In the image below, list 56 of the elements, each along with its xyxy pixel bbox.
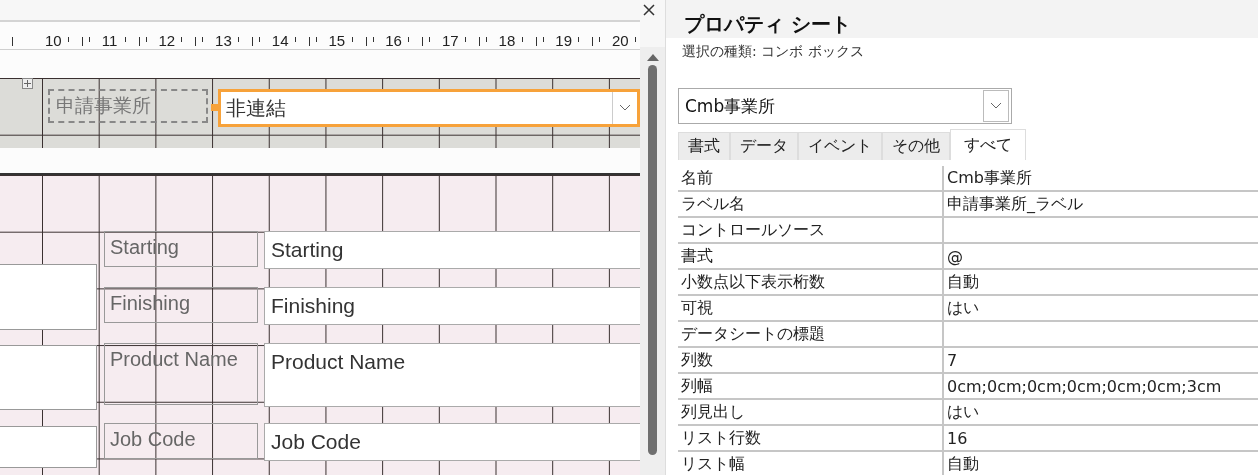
text-box-control[interactable]: Starting bbox=[264, 231, 640, 269]
text-box-control[interactable]: Product Name bbox=[264, 343, 640, 407]
panel-title: プロパティ シート bbox=[683, 11, 852, 38]
property-name: 書式 bbox=[678, 244, 944, 270]
property-value[interactable]: 0cm;0cm;0cm;0cm;0cm;0cm;3cm bbox=[944, 374, 1258, 400]
tab[interactable]: すべて bbox=[950, 129, 1026, 160]
property-name: ラベル名 bbox=[678, 192, 944, 218]
chevron-down-icon bbox=[990, 102, 1002, 110]
ruler-number: 14 bbox=[271, 32, 289, 50]
empty-control[interactable] bbox=[0, 426, 97, 468]
empty-control[interactable] bbox=[0, 264, 97, 330]
ruler-number: 12 bbox=[158, 32, 176, 50]
property-value[interactable]: 16 bbox=[944, 426, 1258, 452]
property-name: 可視 bbox=[678, 296, 944, 322]
empty-control[interactable] bbox=[0, 345, 97, 410]
ruler-number: 18 bbox=[498, 32, 516, 50]
property-name: データシートの標題 bbox=[678, 322, 944, 348]
property-value[interactable]: @ bbox=[944, 244, 1258, 270]
ruler-number: 13 bbox=[215, 32, 232, 50]
property-name: リスト幅 bbox=[678, 452, 944, 475]
text-box-control[interactable]: Job Code bbox=[264, 423, 640, 461]
tab[interactable]: 書式 bbox=[678, 132, 730, 160]
property-name: 名前 bbox=[678, 166, 944, 192]
property-name: 列幅 bbox=[678, 374, 944, 400]
property-value[interactable]: はい bbox=[944, 400, 1258, 426]
property-name: 列見出し bbox=[678, 400, 944, 426]
property-value[interactable]: 申請事業所_ラベル bbox=[944, 192, 1258, 218]
property-value[interactable]: 7 bbox=[944, 348, 1258, 374]
ruler-number: 10 bbox=[45, 32, 62, 50]
property-name: 列数 bbox=[678, 348, 944, 374]
property-value[interactable]: Cmb事業所 bbox=[944, 166, 1258, 192]
chevron-down-icon bbox=[619, 104, 631, 112]
property-name: 小数点以下表示桁数 bbox=[678, 270, 944, 296]
ruler-number: 20 bbox=[612, 32, 629, 50]
property-value[interactable]: はい bbox=[944, 296, 1258, 322]
tab[interactable]: データ bbox=[730, 132, 798, 160]
property-value[interactable]: 自動 bbox=[944, 270, 1258, 296]
property-name: リスト行数 bbox=[678, 426, 944, 452]
close-icon[interactable] bbox=[642, 3, 656, 17]
property-value[interactable]: 自動 bbox=[944, 452, 1258, 475]
scroll-up-icon[interactable] bbox=[646, 53, 659, 61]
tab[interactable]: その他 bbox=[882, 132, 950, 160]
tab[interactable]: イベント bbox=[798, 132, 882, 160]
object-combo-box[interactable]: Cmb事業所 bbox=[678, 88, 1012, 124]
selection-type-text: 選択の種類: コンボ ボックス bbox=[681, 43, 865, 61]
ruler-number: 11 bbox=[101, 32, 118, 50]
property-name: コントロールソース bbox=[678, 218, 944, 244]
scrollbar[interactable] bbox=[640, 47, 665, 475]
ruler-number: 16 bbox=[385, 32, 402, 50]
ruler-number: 17 bbox=[441, 32, 459, 50]
move-handle-icon[interactable] bbox=[22, 78, 33, 89]
ruler-number: 15 bbox=[328, 32, 346, 50]
selection-handle[interactable] bbox=[211, 104, 218, 111]
text-box-control[interactable]: Finishing bbox=[264, 287, 640, 325]
ruler-number: 19 bbox=[555, 32, 572, 50]
combo-box[interactable]: 非連結 bbox=[218, 89, 640, 127]
